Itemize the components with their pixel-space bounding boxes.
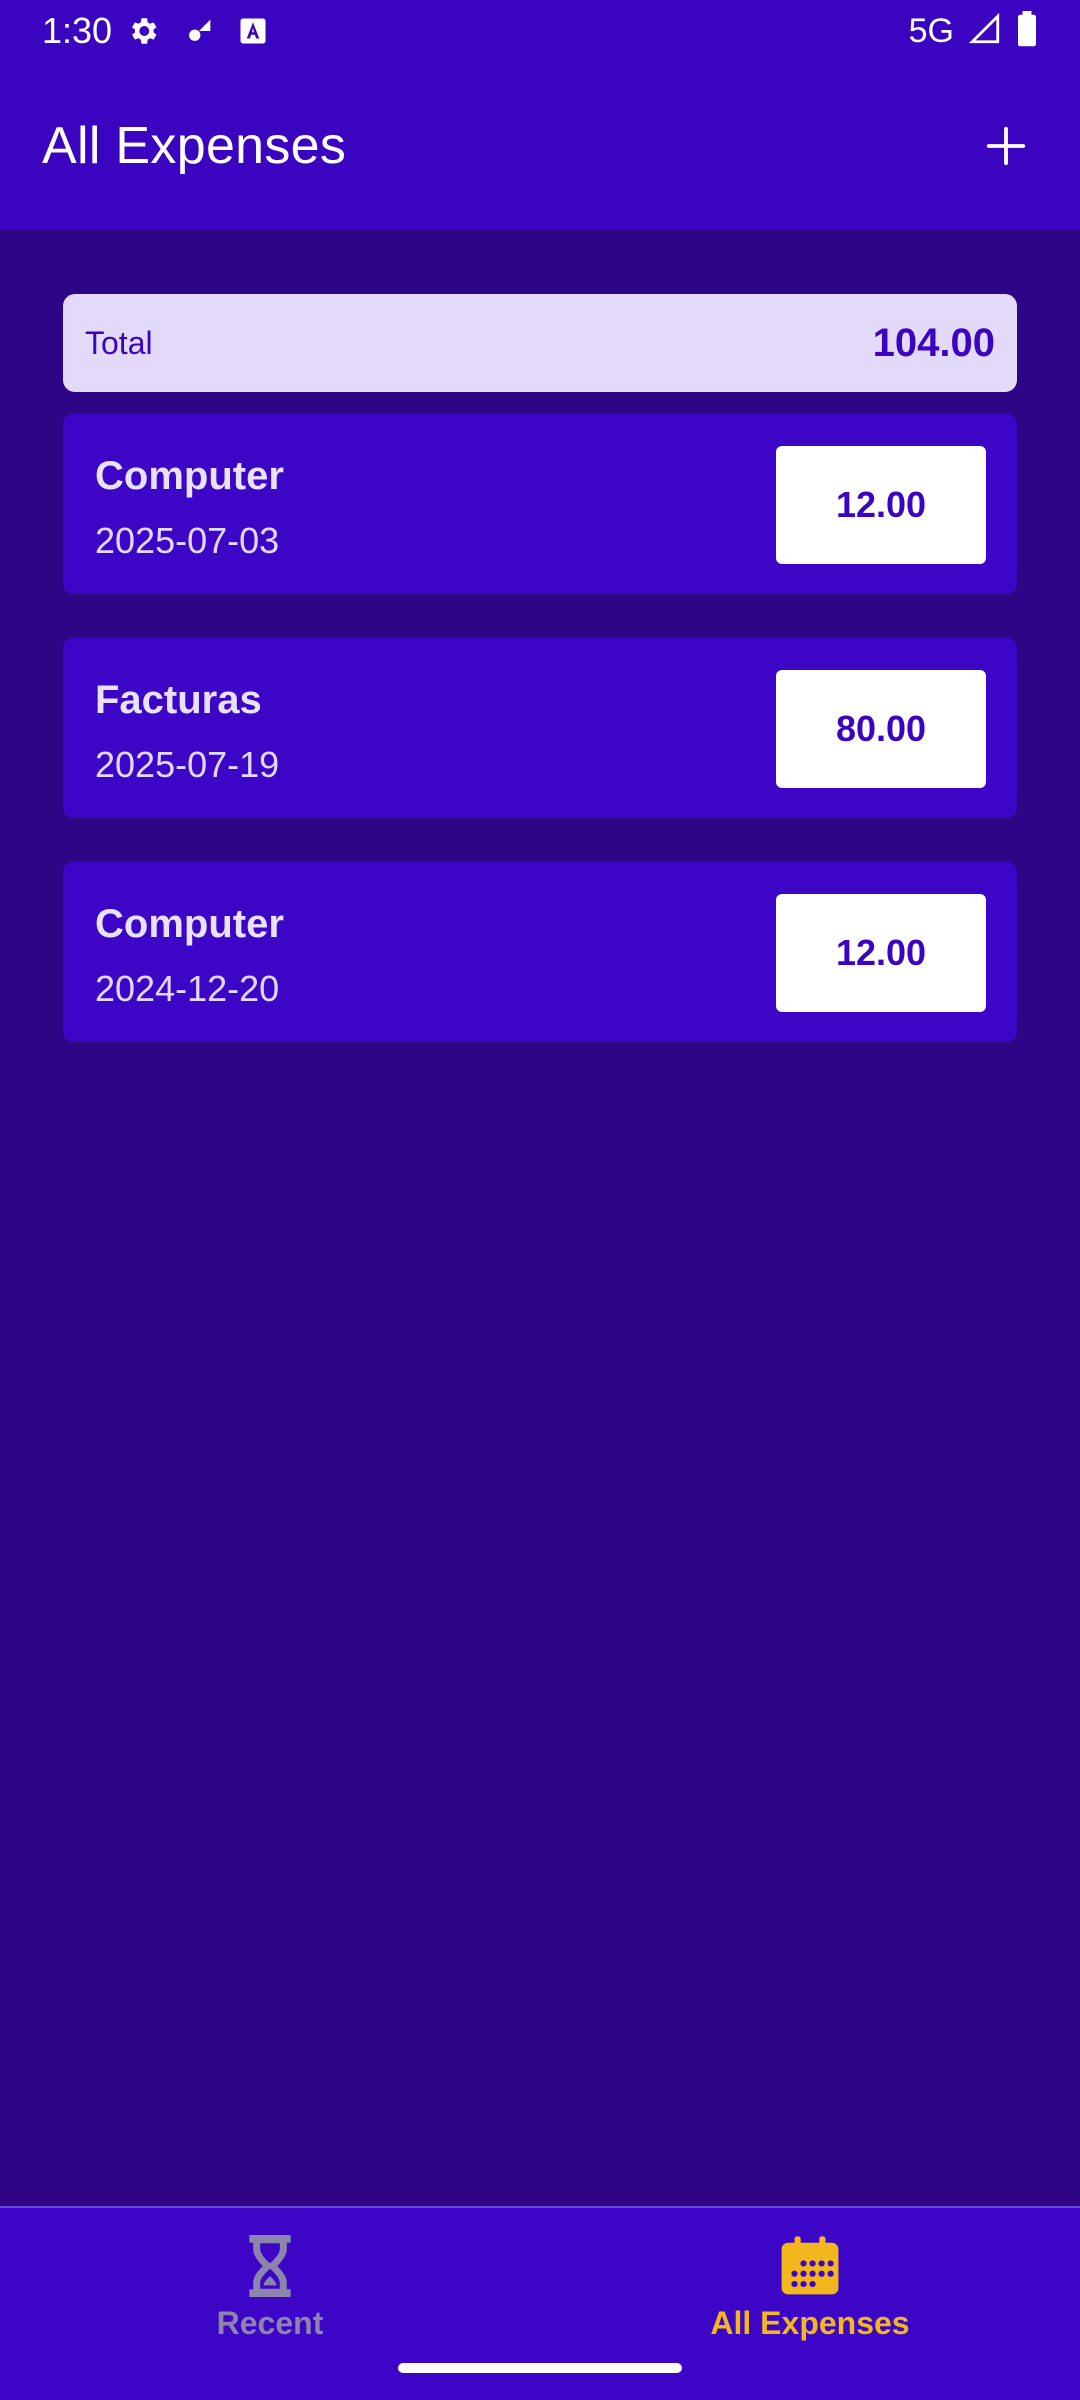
expense-amount: 12.00 [776, 894, 986, 1012]
expense-item[interactable]: Computer 2024-12-20 12.00 [63, 862, 1017, 1042]
hourglass-icon [249, 2234, 291, 2297]
expense-amount: 12.00 [776, 446, 986, 564]
fan-icon [182, 14, 216, 48]
settings-icon [126, 14, 160, 48]
signal-icon [968, 12, 1002, 51]
nav-item-all-expenses[interactable]: All Expenses [540, 2208, 1080, 2368]
nav-label-all-expenses: All Expenses [710, 2304, 910, 2341]
plus-icon [986, 126, 1026, 166]
expense-name: Computer [95, 902, 284, 946]
font-download-icon [238, 16, 268, 46]
status-bar: 1:30 5G [0, 0, 1080, 62]
add-expense-button[interactable] [974, 114, 1038, 178]
screen: 1:30 5G All Expenses Total 104.00 Comput… [0, 0, 1080, 2400]
expense-amount: 80.00 [776, 670, 986, 788]
total-value: 104.00 [872, 320, 995, 365]
nav-label-recent: Recent [216, 2304, 324, 2341]
expense-date: 2025-07-19 [95, 744, 280, 785]
expense-date: 2024-12-20 [95, 968, 280, 1009]
total-label: Total [85, 324, 153, 361]
expense-name: Facturas [95, 678, 262, 722]
expense-item[interactable]: Computer 2025-07-03 12.00 [63, 414, 1017, 594]
network-label: 5G [908, 11, 954, 50]
expense-date: 2025-07-03 [95, 520, 280, 561]
battery-icon [1016, 10, 1038, 52]
total-card: Total 104.00 [63, 294, 1017, 392]
expense-name: Computer [95, 454, 284, 498]
app-bar: All Expenses [0, 62, 1080, 230]
expense-item[interactable]: Facturas 2025-07-19 80.00 [63, 638, 1017, 818]
page-title: All Expenses [42, 117, 347, 175]
home-indicator[interactable] [398, 2363, 682, 2373]
status-time: 1:30 [42, 10, 113, 51]
calendar-icon [781, 2235, 839, 2294]
status-right: 5G [908, 10, 1038, 52]
nav-item-recent[interactable]: Recent [0, 2208, 540, 2368]
